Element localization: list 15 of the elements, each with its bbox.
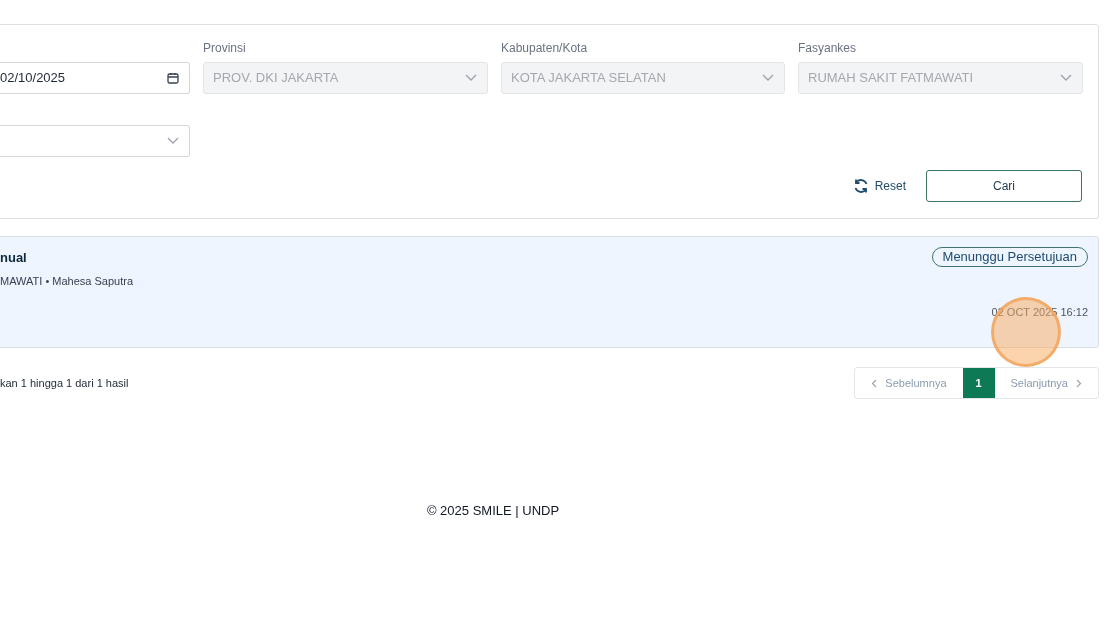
- page-button[interactable]: 1: [962, 368, 995, 398]
- footer-text: © 2025 SMILE | UNDP: [426, 502, 560, 520]
- result-subtitle: MAWATI • Mahesa Saputra: [0, 274, 134, 289]
- field-label: Provinsi: [203, 40, 247, 57]
- results-summary: kan 1 hingga 1 dari 1 hasil: [0, 375, 129, 391]
- result-card[interactable]: nual MAWATI • Mahesa Saputra Menunggu Persetujuan 02 OCT 2025 16:12: [0, 236, 1099, 348]
- previous-button[interactable]: Sebelumnya: [855, 368, 963, 398]
- date-field[interactable]: 02/10/2025: [0, 62, 190, 94]
- result-title: nual: [0, 249, 28, 267]
- field-label: Kabupaten/Kota: [501, 40, 589, 57]
- field-label: Fasyankes: [798, 40, 858, 57]
- search-button[interactable]: Cari: [926, 170, 1082, 202]
- next-button[interactable]: Selanjutnya: [994, 368, 1098, 398]
- reset-button[interactable]: Reset: [852, 170, 906, 202]
- timestamp: 02 OCT 2025 16:12: [991, 305, 1088, 320]
